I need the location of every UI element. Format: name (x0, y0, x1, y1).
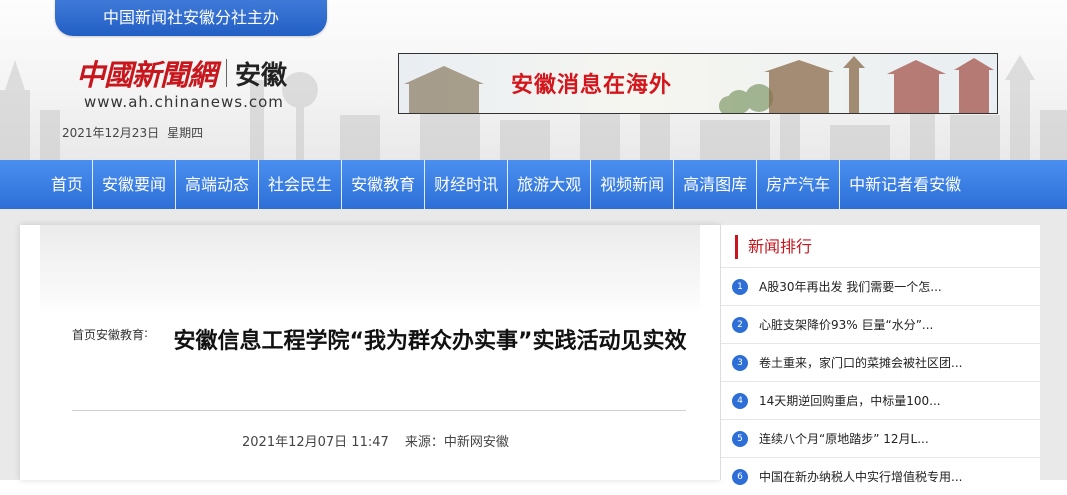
site-logo[interactable]: 中國新聞網 安徽 (76, 53, 287, 93)
site-header: 中国新闻社安徽分社主办 中國新聞網 安徽 www.ah.chinanews.co… (0, 0, 1067, 160)
site-url: www.ah.chinanews.com (84, 93, 284, 111)
date-text: 2021年12月23日 (62, 126, 160, 140)
breadcrumb-colon: : (144, 326, 149, 340)
nav-item-reporters[interactable]: 中新记者看安徽 (840, 160, 970, 209)
ranking-item-text: 连续八个月“原地踏步” 12月L... (759, 432, 929, 446)
nav-item-anhui-news[interactable]: 安徽要闻 (93, 160, 177, 209)
ranking-item-text: A股30年再出发 我们需要一个怎... (759, 280, 942, 294)
article-header-shade (40, 225, 700, 315)
ranking-item[interactable]: 5 连续八个月“原地踏步” 12月L... (721, 419, 1041, 457)
rank-badge: 5 (732, 430, 748, 447)
logo-region: 安徽 (235, 60, 288, 91)
nav-list: 首页 安徽要闻 高端动态 社会民生 安徽教育 财经时讯 旅游大观 视频新闻 高清… (42, 160, 970, 209)
article-meta: 2021年12月07日 11:47 来源：中新网安徽 (242, 431, 521, 450)
ad-banner[interactable]: 安徽消息在海外 (398, 53, 998, 114)
rank-badge: 4 (732, 392, 748, 409)
ranking-item-text: 中国在新办纳税人中实行增值税专用... (759, 470, 963, 484)
weekday-text: 星期四 (167, 126, 204, 140)
rank-badge: 3 (732, 354, 748, 371)
ranking-item[interactable]: 4 14天期逆回购重启，中标量100... (721, 381, 1041, 419)
rank-badge: 6 (732, 468, 748, 485)
logo-chinese-text: 中國新聞網 (76, 58, 217, 92)
nav-item-home[interactable]: 首页 (42, 160, 94, 209)
nav-item-gallery[interactable]: 高清图库 (674, 160, 758, 209)
article-datetime: 2021年12月07日 11:47 (242, 435, 389, 450)
breadcrumb-section[interactable]: 安徽教育 (96, 326, 144, 343)
current-date: 2021年12月23日 星期四 (62, 124, 211, 141)
title-divider (72, 410, 686, 411)
breadcrumb-home[interactable]: 首页 (72, 326, 96, 343)
main-navigation: 首页 安徽要闻 高端动态 社会民生 安徽教育 财经时讯 旅游大观 视频新闻 高清… (0, 160, 1067, 209)
rank-badge: 1 (732, 278, 748, 295)
ranking-list: 1 A股30年再出发 我们需要一个怎... 2 心脏支架降价93% 巨量“水分”… (721, 267, 1041, 495)
ranking-item[interactable]: 1 A股30年再出发 我们需要一个怎... (721, 267, 1041, 305)
article-title: 安徽信息工程学院“我为群众办实事”实践活动见实效 (173, 329, 687, 354)
rank-badge: 2 (732, 316, 748, 333)
logo-divider (226, 59, 228, 87)
nav-item-travel[interactable]: 旅游大观 (508, 160, 592, 209)
banner-scenery-icon (404, 56, 994, 113)
page-gutter (1040, 225, 1067, 480)
ranking-item[interactable]: 3 卷土重来，家门口的菜摊会被社区团... (721, 343, 1041, 381)
breadcrumb: 首页 安徽教育 : (72, 326, 148, 343)
article-source: 来源：中新网安徽 (404, 435, 509, 450)
news-ranking-sidebar: 新闻排行 1 A股30年再出发 我们需要一个怎... 2 心脏支架降价93% 巨… (720, 225, 1041, 485)
ranking-item-text: 14天期逆回购重启，中标量100... (759, 394, 941, 408)
host-organization-tab: 中国新闻社安徽分社主办 (55, 0, 327, 36)
nav-item-video[interactable]: 视频新闻 (591, 160, 675, 209)
nav-item-high-level[interactable]: 高端动态 (176, 160, 260, 209)
nav-item-education[interactable]: 安徽教育 (342, 160, 426, 209)
ranking-item[interactable]: 2 心脏支架降价93% 巨量“水分”... (721, 305, 1041, 343)
ranking-item[interactable]: 6 中国在新办纳税人中实行增值税专用... (721, 457, 1041, 495)
nav-item-society[interactable]: 社会民生 (259, 160, 343, 209)
banner-headline: 安徽消息在海外 (511, 73, 673, 98)
nav-item-property-auto[interactable]: 房产汽车 (757, 160, 841, 209)
nav-item-finance[interactable]: 财经时讯 (425, 160, 509, 209)
article-panel: 首页 安徽教育 : 安徽信息工程学院“我为群众办实事”实践活动见实效 2021年… (20, 225, 720, 480)
sidebar-title: 新闻排行 (735, 235, 812, 259)
ranking-item-text: 卷土重来，家门口的菜摊会被社区团... (759, 356, 963, 370)
ranking-item-text: 心脏支架降价93% 巨量“水分”... (759, 318, 934, 332)
